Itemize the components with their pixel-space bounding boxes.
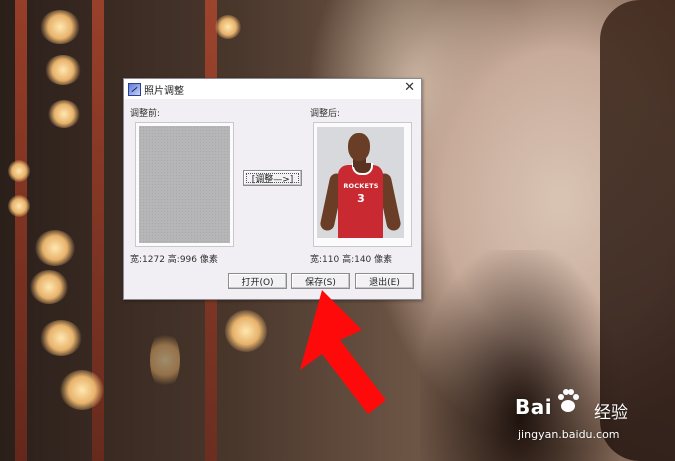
background-hair [600, 0, 675, 461]
background-bokeh [40, 10, 80, 44]
background-bokeh [8, 160, 30, 182]
before-size-text: 宽:1272 高:996 像素 [130, 255, 218, 265]
before-label: 调整前: [130, 109, 161, 119]
exit-button[interactable]: 退出(E) [355, 273, 414, 289]
before-image [139, 126, 230, 243]
dialog-titlebar[interactable]: 照片调整 ✕ [124, 79, 421, 99]
app-icon [128, 83, 141, 96]
background-bokeh [35, 230, 75, 266]
watermark-url: jingyan.baidu.com [518, 428, 620, 441]
watermark-logo: Bai [515, 395, 553, 419]
open-button[interactable]: 打开(O) [228, 273, 287, 289]
after-size-text: 宽:110 高:140 像素 [310, 255, 393, 265]
before-image-frame [135, 122, 234, 247]
background-bokeh [8, 195, 30, 217]
jersey-number: 3 [357, 192, 365, 205]
background-bokeh [215, 15, 241, 39]
background-bokeh [48, 100, 80, 128]
background-bokeh [40, 320, 82, 356]
close-icon[interactable]: ✕ [404, 80, 415, 95]
photo-head [348, 133, 370, 161]
save-button[interactable]: 保存(S) [291, 273, 350, 289]
background-bokeh [225, 310, 267, 352]
adjust-button[interactable]: [调整—>] [243, 170, 302, 186]
baidu-paw-icon [558, 389, 579, 412]
background-bokeh [150, 330, 180, 390]
after-image: ROCKETS 3 [317, 127, 404, 238]
watermark-suffix: 经验 [594, 403, 628, 423]
jersey-text: ROCKETS [343, 182, 379, 190]
background-bokeh [30, 270, 68, 304]
background-bokeh [45, 55, 81, 85]
background-bokeh [60, 370, 104, 410]
background-light-strip [15, 0, 27, 461]
dialog-title: 照片调整 [144, 86, 184, 97]
after-label: 调整后: [310, 109, 341, 119]
pointer-arrow-icon [300, 290, 386, 414]
